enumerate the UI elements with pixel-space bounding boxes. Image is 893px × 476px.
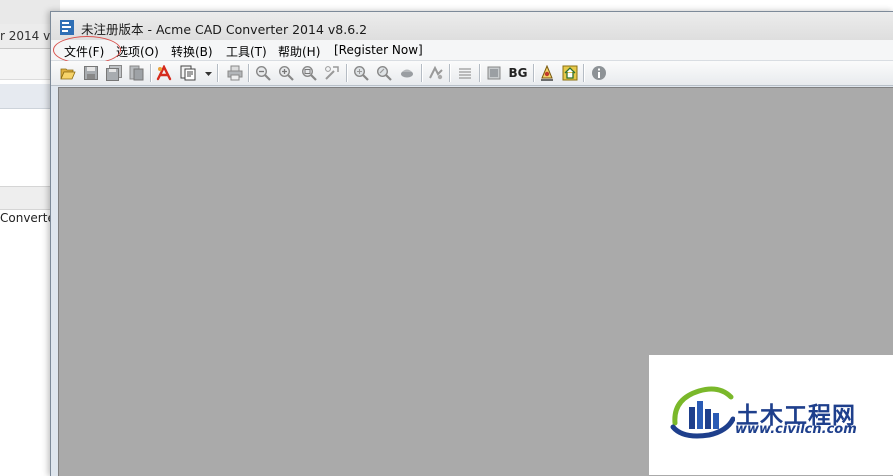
about-icon[interactable] [590,64,608,82]
title-bar[interactable]: 未注册版本 - Acme CAD Converter 2014 v8.6.2 [51,12,893,40]
toolbar-separator [248,64,250,82]
toolbar-separator [150,64,152,82]
save-icon[interactable] [82,64,100,82]
bg-color-icon[interactable] [485,64,503,82]
zoom-in-icon[interactable] [277,64,295,82]
toolbar-separator [449,64,451,82]
watermark-logo [670,386,735,439]
open-folder-icon[interactable] [59,64,77,82]
print-icon[interactable] [226,64,244,82]
zoom-previous-icon[interactable] [375,64,393,82]
plot-styles-icon[interactable] [456,64,474,82]
menu-tools[interactable]: 工具(T) [226,43,267,60]
zoom-realtime-icon[interactable] [323,64,341,82]
print-preview-icon[interactable] [127,64,145,82]
menu-options[interactable]: 选项(O) [116,43,159,60]
window-title: 未注册版本 - Acme CAD Converter 2014 v8.6.2 [81,22,368,37]
zoom-extents-icon[interactable] [352,64,370,82]
toolbar-separator [217,64,219,82]
toolbar: BG [51,61,893,86]
app-icon [60,20,74,35]
redline-icon[interactable] [538,64,556,82]
zoom-window-icon[interactable] [300,64,318,82]
toolbar-separator [346,64,348,82]
zoom-out-icon[interactable] [254,64,272,82]
menu-help[interactable]: 帮助(H) [278,43,320,60]
batch-convert-icon[interactable] [179,64,197,82]
watermark-url: www.civilcn.com [735,422,857,437]
dropdown-arrow-icon[interactable] [204,64,213,82]
toolbar-separator [583,64,585,82]
menu-file[interactable]: 文件(F) [64,43,104,60]
toolbar-separator [533,64,535,82]
layers-icon[interactable] [427,64,445,82]
pan-icon[interactable] [398,64,416,82]
home-icon[interactable] [561,64,579,82]
bg-toggle-button[interactable]: BG [507,64,529,82]
menu-bar: 文件(F) 选项(O) 转换(B) 工具(T) 帮助(H) [Register … [51,40,893,61]
pdf-convert-icon[interactable] [155,64,173,82]
bg-label: BG [508,66,528,80]
watermark: 土木工程网 www.civilcn.com [649,355,893,475]
toolbar-separator [421,64,423,82]
save-all-icon[interactable] [105,64,123,82]
menu-convert[interactable]: 转换(B) [171,43,213,60]
menu-register-now[interactable]: [Register Now] [334,43,423,57]
toolbar-separator [479,64,481,82]
